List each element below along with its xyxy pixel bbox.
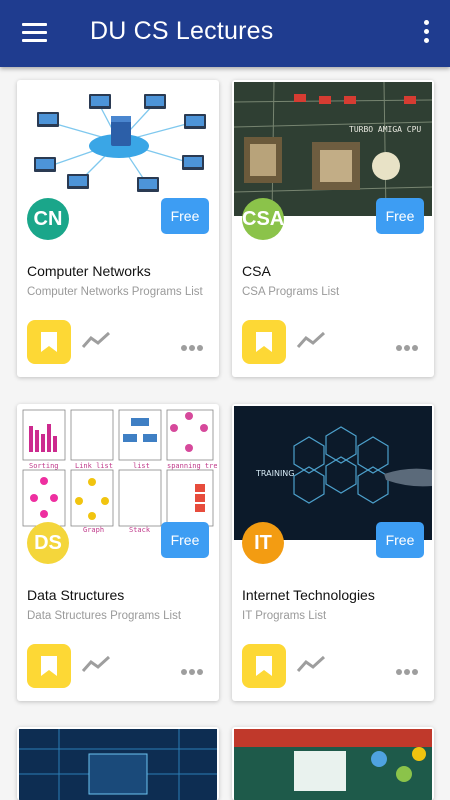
more-options-icon[interactable]	[181, 338, 205, 356]
chip-label: TURBO AMIGA CPU	[349, 125, 421, 134]
free-badge[interactable]: Free	[376, 198, 424, 234]
course-subtitle: CSA Programs List	[242, 286, 340, 298]
thumb-label: list	[133, 462, 150, 470]
app-title: DU CS Lectures	[90, 17, 274, 45]
bookmark-icon	[256, 656, 272, 676]
course-title: Internet Technologies	[242, 587, 375, 603]
card-thumbnail-os	[234, 729, 432, 800]
bookmark-button[interactable]	[242, 320, 286, 364]
bookmark-icon	[256, 332, 272, 352]
trending-icon[interactable]	[296, 654, 326, 674]
card-thumbnail-chip	[19, 729, 217, 800]
trending-icon[interactable]	[81, 330, 111, 350]
card-thumbnail-network	[19, 82, 217, 216]
app-bar: DU CS Lectures	[0, 0, 450, 67]
free-badge[interactable]: Free	[376, 522, 424, 558]
thumb-label: spanning tree	[167, 462, 217, 470]
overflow-menu-icon[interactable]	[416, 20, 436, 48]
course-card-internet-technologies[interactable]: TRAINING IT Free Internet Technologies I…	[232, 404, 434, 701]
course-title: Data Structures	[27, 587, 125, 603]
course-card-csa[interactable]: TURBO AMIGA CPU CSA Free CSA CSA Program…	[232, 80, 434, 377]
free-badge[interactable]: Free	[161, 198, 209, 234]
thumb-label: Sorting	[29, 462, 59, 470]
card-thumbnail-internet-tech: TRAINING	[234, 406, 432, 540]
bookmark-icon	[41, 656, 57, 676]
course-title: CSA	[242, 263, 271, 279]
card-thumbnail-data-structures: Sorting Link list list spanning tree Gra…	[19, 406, 217, 540]
thumb-label: Graph	[83, 526, 104, 534]
thumb-label: Stack	[129, 526, 151, 534]
course-subtitle: Data Structures Programs List	[27, 610, 182, 622]
more-options-icon[interactable]	[181, 662, 205, 680]
thumb-label: TRAINING	[255, 469, 294, 478]
course-title: Computer Networks	[27, 263, 151, 279]
bookmark-button[interactable]	[27, 644, 71, 688]
hamburger-menu-icon[interactable]	[18, 20, 52, 48]
course-card-partial-2[interactable]	[232, 727, 434, 800]
bookmark-button[interactable]	[27, 320, 71, 364]
thumb-label: Link list	[75, 462, 113, 470]
card-thumbnail-circuit-board: TURBO AMIGA CPU	[234, 82, 432, 216]
trending-icon[interactable]	[81, 654, 111, 674]
course-avatar: DS	[27, 522, 69, 564]
course-card-partial-1[interactable]	[17, 727, 219, 800]
course-subtitle: Computer Networks Programs List	[27, 286, 203, 298]
bookmark-icon	[41, 332, 57, 352]
bookmark-button[interactable]	[242, 644, 286, 688]
course-card-data-structures[interactable]: Sorting Link list list spanning tree Gra…	[17, 404, 219, 701]
free-badge[interactable]: Free	[161, 522, 209, 558]
trending-icon[interactable]	[296, 330, 326, 350]
course-card-computer-networks[interactable]: CN Free Computer Networks Computer Netwo…	[17, 80, 219, 377]
course-subtitle: IT Programs List	[242, 610, 327, 622]
more-options-icon[interactable]	[396, 662, 420, 680]
course-avatar: CSA	[242, 198, 284, 240]
course-avatar: IT	[242, 522, 284, 564]
more-options-icon[interactable]	[396, 338, 420, 356]
course-avatar: CN	[27, 198, 69, 240]
